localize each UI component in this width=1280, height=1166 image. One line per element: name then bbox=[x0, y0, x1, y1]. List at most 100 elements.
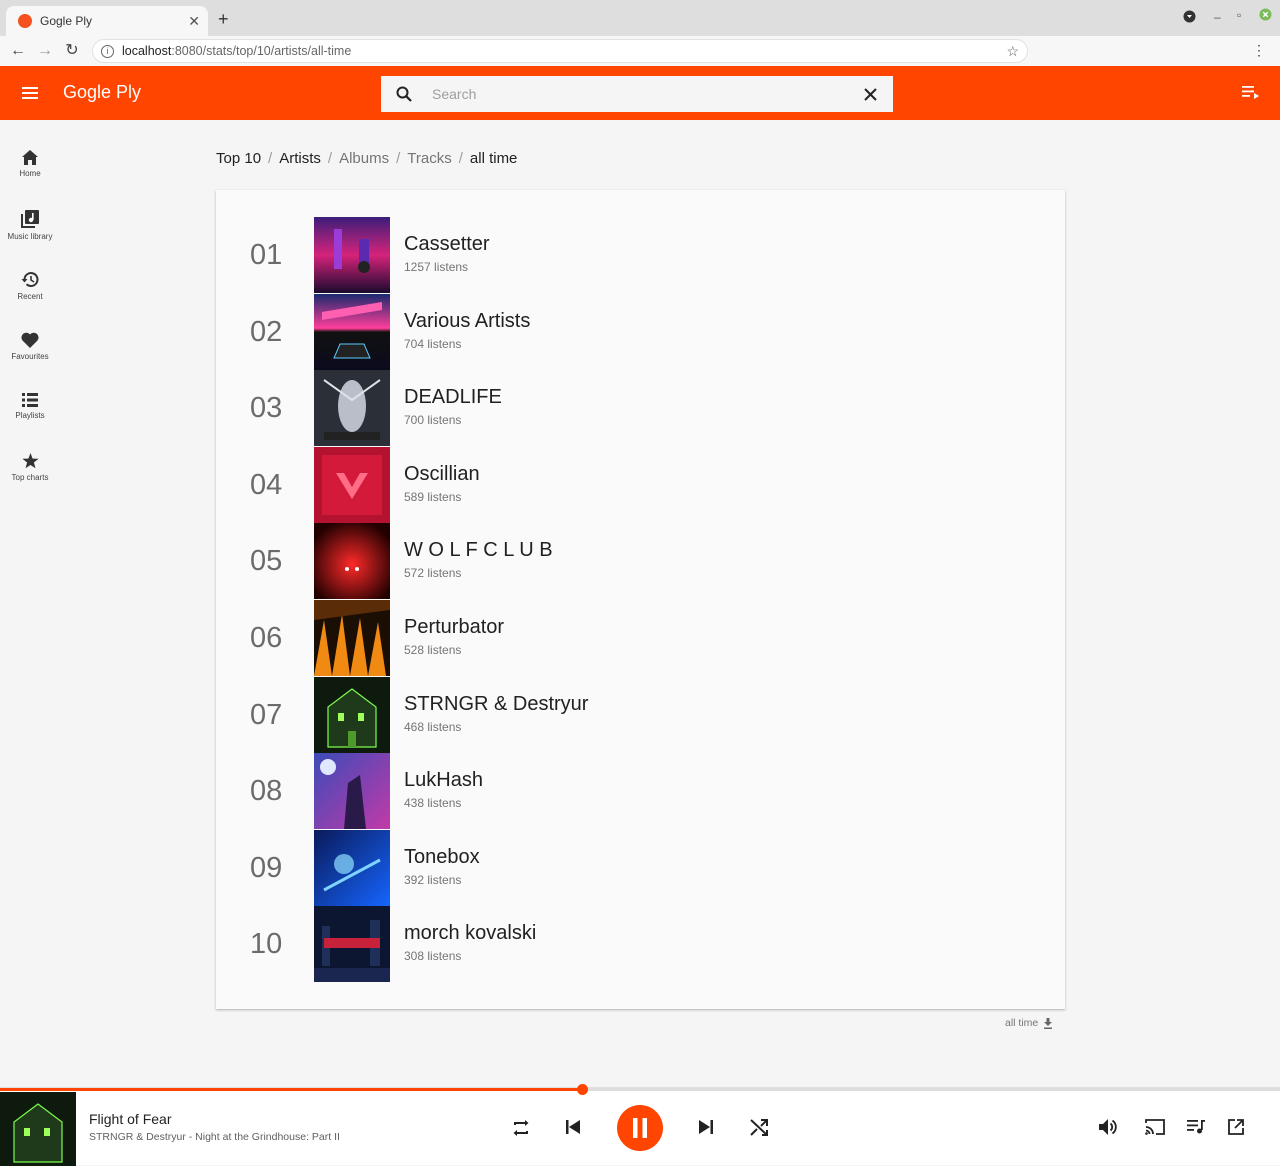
open-in-new-icon bbox=[1228, 1119, 1244, 1135]
sidebar-item-home[interactable]: Home bbox=[0, 150, 60, 178]
artist-name[interactable]: Cassetter bbox=[404, 233, 490, 256]
cast-button[interactable] bbox=[1145, 1119, 1165, 1135]
crumb-separator: / bbox=[327, 150, 333, 167]
crumb-separator: / bbox=[396, 150, 401, 167]
period-download[interactable]: all time bbox=[1005, 1017, 1053, 1029]
sidebar-item-recent[interactable]: Recent bbox=[0, 271, 60, 301]
skip-previous-icon bbox=[566, 1120, 580, 1134]
crumb-period[interactable]: all time bbox=[470, 150, 518, 167]
now-playing-subtitle[interactable]: STRNGR & Destryur - Night at the Grindho… bbox=[89, 1131, 340, 1143]
repeat-button[interactable] bbox=[511, 1118, 531, 1138]
menu-icon[interactable] bbox=[22, 86, 38, 100]
reload-icon[interactable]: ↻ bbox=[63, 42, 81, 60]
listen-count: 1257 listens bbox=[404, 260, 469, 274]
maximize-icon[interactable]: ▫ bbox=[1237, 8, 1241, 22]
rank-number: 05 bbox=[250, 545, 283, 578]
url-bar[interactable]: i localhost:8080/stats/top/10/artists/al… bbox=[92, 39, 1028, 63]
chart-row[interactable]: 06 Perturbator 528 listens bbox=[216, 600, 1065, 677]
close-tab-icon[interactable]: ✕ bbox=[188, 13, 200, 30]
listen-count: 704 listens bbox=[404, 336, 462, 351]
clear-search-icon[interactable] bbox=[864, 87, 877, 101]
progress-handle[interactable] bbox=[577, 1084, 589, 1095]
browser-tab-bar: Gogle Ply ✕ + – ▫ bbox=[0, 0, 1280, 36]
previous-button[interactable] bbox=[566, 1120, 580, 1134]
sidebar-item-favourites[interactable]: Favourites bbox=[0, 332, 60, 361]
sidebar-item-label: Playlists bbox=[15, 411, 45, 420]
artist-name[interactable]: Perturbator bbox=[404, 616, 504, 639]
site-info-icon[interactable]: i bbox=[101, 44, 114, 58]
app-title: Gogle Ply bbox=[63, 82, 142, 102]
rank-number: 04 bbox=[250, 468, 283, 501]
artist-name[interactable]: STRNGR & Destryur bbox=[404, 693, 588, 716]
back-icon[interactable]: ← bbox=[9, 42, 27, 60]
next-button[interactable] bbox=[699, 1120, 713, 1134]
url-host: localhost bbox=[122, 44, 172, 58]
artist-artwork bbox=[314, 906, 390, 983]
history-icon bbox=[21, 272, 39, 287]
artist-artwork bbox=[314, 676, 390, 753]
rank-number: 03 bbox=[250, 392, 283, 425]
artist-name[interactable]: W O L F C L U B bbox=[404, 539, 553, 562]
artist-name[interactable]: LukHash bbox=[404, 769, 483, 792]
sidebar-item-label: Favourites bbox=[11, 352, 49, 361]
chart-row[interactable]: 04 Oscillian 589 listens bbox=[216, 446, 1065, 524]
queue-music-button[interactable] bbox=[1187, 1120, 1205, 1134]
crumb-top-count[interactable]: Top 10 bbox=[216, 150, 261, 167]
app-header: Gogle Ply bbox=[0, 66, 1280, 120]
artist-name[interactable]: Tonebox bbox=[404, 846, 480, 869]
rank-number: 02 bbox=[250, 315, 283, 348]
sidebar-item-label: Recent bbox=[17, 292, 43, 301]
chart-row[interactable]: 01 Cassetter 1257 listens bbox=[216, 217, 1065, 294]
rank-number: 09 bbox=[250, 851, 283, 884]
cast-icon bbox=[1145, 1119, 1165, 1135]
address-bar-row: ← → ↻ i localhost:8080/stats/top/10/arti… bbox=[0, 36, 1280, 66]
listen-count: 700 listens bbox=[404, 413, 462, 428]
crumb-separator: / bbox=[268, 150, 273, 167]
rank-number: 07 bbox=[250, 698, 283, 731]
artist-artwork bbox=[314, 293, 390, 370]
chart-row[interactable]: 08 LukHash 438 listens bbox=[216, 753, 1065, 830]
minimize-icon[interactable]: – bbox=[1214, 10, 1221, 24]
crumb-tracks[interactable]: Tracks bbox=[407, 150, 451, 167]
search-icon[interactable] bbox=[396, 86, 412, 102]
now-playing-title[interactable]: Flight of Fear bbox=[89, 1111, 171, 1127]
artist-name[interactable]: Various Artists bbox=[404, 310, 530, 333]
url-path: :8080/stats/top/10/artists/all-time bbox=[171, 44, 352, 58]
bookmark-star-icon[interactable]: ☆ bbox=[1006, 43, 1019, 60]
rank-number: 10 bbox=[250, 928, 283, 961]
crumb-artists[interactable]: Artists bbox=[279, 150, 321, 167]
artist-name[interactable]: morch kovalski bbox=[404, 922, 536, 945]
profile-icon[interactable] bbox=[1183, 10, 1196, 23]
sidebar-item-playlists[interactable]: Playlists bbox=[0, 393, 60, 420]
chart-row[interactable]: 02 Various Artists 704 listens bbox=[216, 293, 1065, 371]
queue-music-icon bbox=[1187, 1120, 1205, 1134]
sidebar-item-music-library[interactable]: Music library bbox=[0, 210, 60, 241]
listen-count: 468 listens bbox=[404, 719, 462, 734]
browser-menu-icon[interactable]: ⋮ bbox=[1252, 42, 1266, 59]
chart-row[interactable]: 10 morch kovalski 308 listens bbox=[216, 906, 1065, 983]
search-input[interactable] bbox=[432, 86, 864, 102]
shuffle-button[interactable] bbox=[750, 1118, 769, 1137]
volume-button[interactable] bbox=[1099, 1119, 1117, 1135]
forward-icon[interactable]: → bbox=[36, 42, 54, 60]
crumb-albums[interactable]: Albums bbox=[339, 150, 389, 167]
pause-button[interactable] bbox=[617, 1105, 663, 1151]
rank-number: 01 bbox=[250, 239, 283, 271]
artist-name[interactable]: Oscillian bbox=[404, 463, 480, 486]
queue-icon[interactable] bbox=[1242, 85, 1260, 99]
tab-title: Gogle Ply bbox=[40, 14, 93, 28]
new-tab-icon[interactable]: + bbox=[218, 10, 229, 28]
chart-row[interactable]: 07 STRNGR & Destryur 468 listens bbox=[216, 676, 1065, 754]
browser-tab[interactable]: Gogle Ply ✕ bbox=[6, 6, 208, 36]
window-close-icon[interactable] bbox=[1259, 8, 1272, 21]
artist-artwork bbox=[314, 829, 390, 906]
chart-row[interactable]: 03 DEADLIFE 700 listens bbox=[216, 370, 1065, 447]
chart-row[interactable]: 05 W O L F C L U B 572 listens bbox=[216, 523, 1065, 600]
sidebar-item-top-charts[interactable]: Top charts bbox=[0, 453, 60, 482]
download-icon bbox=[1044, 1017, 1053, 1029]
sidebar-item-label: Home bbox=[19, 169, 41, 178]
chart-row[interactable]: 09 Tonebox 392 listens bbox=[216, 829, 1065, 907]
list-icon bbox=[22, 393, 38, 407]
artist-name[interactable]: DEADLIFE bbox=[404, 386, 502, 409]
popout-button[interactable] bbox=[1228, 1119, 1244, 1135]
